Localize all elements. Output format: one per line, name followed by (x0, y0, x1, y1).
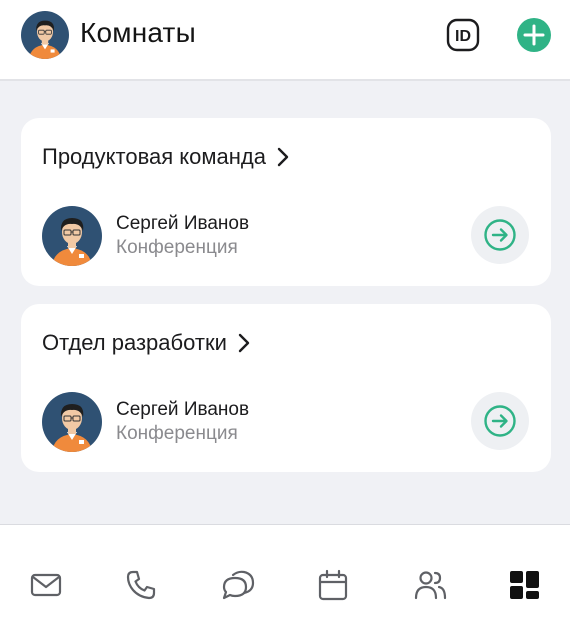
room-title: Отдел разработки (42, 330, 227, 355)
room-card: Отдел разработки Сергей Иванов Конференц… (21, 304, 551, 472)
bottom-navigation (0, 524, 570, 619)
user-avatar[interactable] (21, 11, 69, 59)
join-button[interactable] (471, 392, 529, 450)
arrow-right-circle-icon (484, 405, 516, 437)
add-room-button[interactable] (517, 18, 551, 52)
room-title-link[interactable]: Отдел разработки (42, 330, 251, 356)
room-card: Продуктовая команда Сергей Иванов Конфер… (21, 118, 551, 286)
mail-icon (30, 573, 62, 597)
participant-name: Сергей Иванов (116, 213, 250, 234)
tab-mail[interactable] (26, 565, 66, 605)
room-title: Продуктовая команда (42, 144, 266, 169)
participant-avatar (42, 206, 102, 266)
participant-avatar (42, 392, 102, 452)
id-button[interactable]: ID (446, 18, 480, 52)
tab-chats[interactable] (217, 565, 257, 605)
app-header: Комнаты ID (0, 0, 570, 81)
tab-rooms[interactable] (505, 565, 545, 605)
tab-calendar[interactable] (313, 565, 353, 605)
contacts-icon (414, 571, 447, 600)
tab-contacts[interactable] (410, 565, 450, 605)
calendar-icon (318, 569, 348, 601)
id-button-label: ID (455, 28, 471, 45)
rooms-icon (510, 571, 539, 599)
room-title-link[interactable]: Продуктовая команда (42, 144, 290, 170)
chat-icon (222, 570, 255, 600)
arrow-right-circle-icon (484, 219, 516, 251)
phone-icon (126, 570, 156, 600)
chevron-right-icon (277, 147, 289, 167)
page-title: Комнаты (80, 17, 196, 48)
join-button[interactable] (471, 206, 529, 264)
participant-name: Сергей Иванов (116, 399, 250, 420)
participant-subtitle: Конференция (116, 237, 238, 258)
tab-calls[interactable] (121, 565, 161, 605)
plus-icon (523, 24, 545, 46)
participant-subtitle: Конференция (116, 423, 238, 444)
chevron-right-icon (238, 333, 250, 353)
